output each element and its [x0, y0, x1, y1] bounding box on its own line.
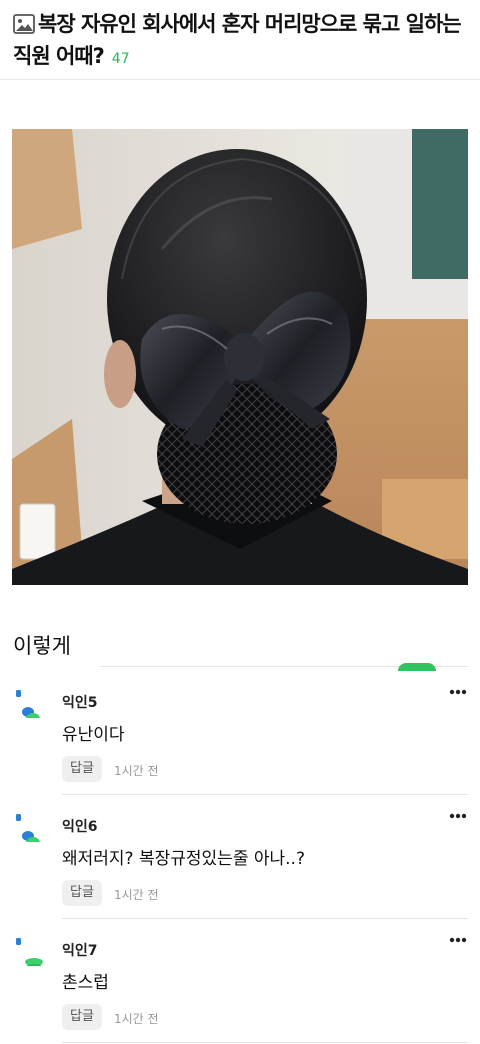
- avatar-blue-green-icon: [16, 814, 40, 842]
- post-title-text1: 복장 자유인 회사에서 혼자 머리망으로 묶고 일하는: [38, 12, 462, 36]
- reply-button[interactable]: 답글: [62, 1004, 102, 1030]
- image-icon: [13, 14, 35, 34]
- reply-button[interactable]: 답글: [62, 756, 102, 782]
- more-options-icon[interactable]: [448, 686, 468, 698]
- avatar-green-icon: [16, 938, 43, 966]
- comment-divider: [62, 918, 468, 919]
- comment-author: 익인6: [62, 819, 98, 835]
- comment-text: 왜저러지? 복장규정있는줄 아나..?: [62, 849, 305, 869]
- comment-item: 익인7 촌스럽 답글 1시간 전: [0, 932, 480, 1044]
- avatar-blue-green-icon: [16, 690, 40, 718]
- comment-item: 익인5 유난이다 답글 1시간 전: [0, 684, 480, 808]
- comment-divider: [62, 794, 468, 795]
- comment-text: 촌스럽: [62, 973, 109, 993]
- post-header: 복장 자유인 회사에서 혼자 머리망으로 묶고 일하는 직원 어때? 47: [0, 0, 480, 80]
- more-options-icon[interactable]: [448, 810, 468, 822]
- post-title-line2: 직원 어때? 47: [13, 40, 130, 70]
- hair-bow-photo: [12, 129, 468, 585]
- comment-item: 익인6 왜저러지? 복장규정있는줄 아나..? 답글 1시간 전: [0, 808, 480, 932]
- comment-time: 1시간 전: [114, 764, 159, 778]
- reply-button[interactable]: 답글: [62, 880, 102, 906]
- comment-time: 1시간 전: [114, 1012, 159, 1026]
- post-title-text2: 직원 어때?: [13, 44, 105, 68]
- comment-author: 익인7: [62, 943, 98, 959]
- more-options-icon[interactable]: [448, 934, 468, 946]
- comment-author: 익인5: [62, 695, 98, 711]
- post-body: 이렇게: [13, 634, 71, 658]
- post-title-line1: 복장 자유인 회사에서 혼자 머리망으로 묶고 일하는: [13, 8, 462, 38]
- comment-text: 유난이다: [62, 725, 125, 745]
- floating-button-edge[interactable]: [398, 663, 436, 671]
- comment-time: 1시간 전: [114, 888, 159, 902]
- post-image[interactable]: [12, 129, 468, 585]
- comment-count[interactable]: 47: [112, 51, 130, 67]
- comment-divider: [62, 1042, 468, 1043]
